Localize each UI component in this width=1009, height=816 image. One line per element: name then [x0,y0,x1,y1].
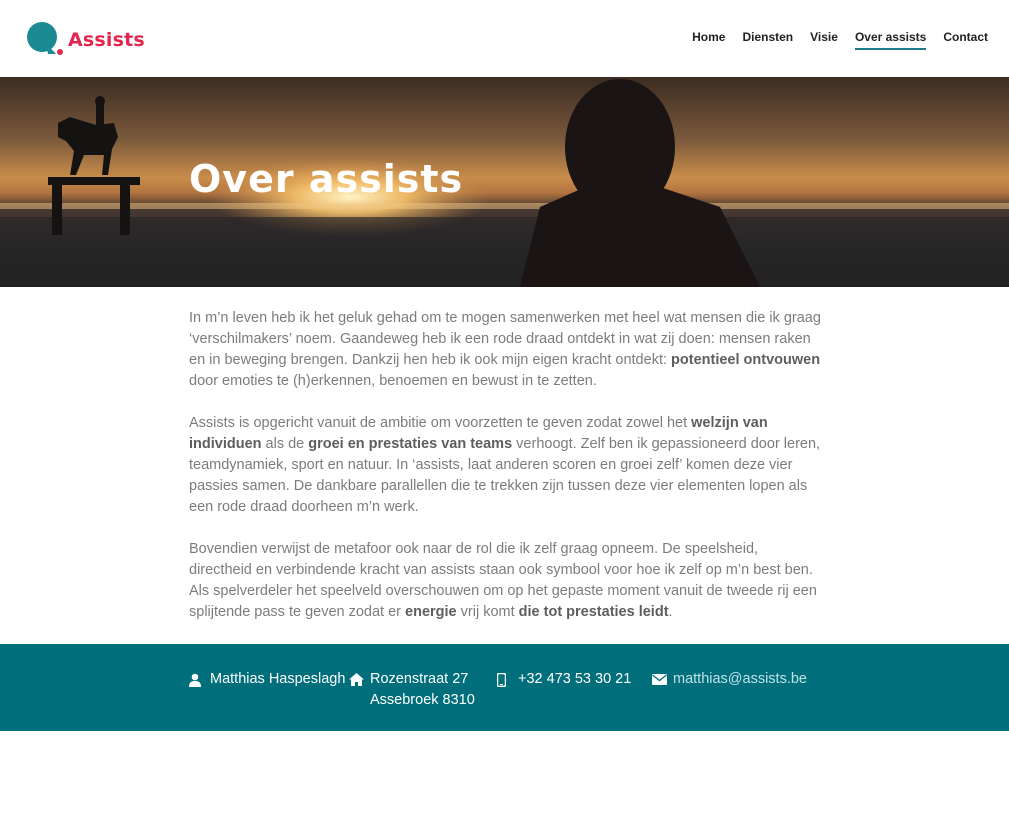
main-content: In m’n leven heb ik het geluk gehad om t… [189,308,821,644]
contact-footer: Matthias Haspeslagh Rozenstraat 27 Asseb… [0,644,1009,731]
nav-item-visie[interactable]: Visie [810,30,838,50]
user-icon [189,669,207,690]
metaphor-paragraph: Bovendien verwijst de metafoor ook naar … [189,539,821,623]
emphasis: die tot prestaties leidt [518,604,669,620]
phone-number[interactable]: +32 473 53 30 21 [518,669,631,690]
address-block: Rozenstraat 27 Assebroek 8310 [370,669,475,711]
person-silhouette [520,79,760,287]
text: . [668,604,673,620]
text: door emoties te (h)erkennen, benoemen en… [189,373,597,389]
text: als de [261,436,309,452]
emphasis: energie [405,604,457,620]
text: Assists is opgericht vanuit de ambitie o… [189,415,692,431]
emphasis: potentieel ontvouwen [671,352,821,368]
mission-paragraph: Assists is opgericht vanuit de ambitie o… [189,413,821,518]
intro-paragraph: In m’n leven heb ik het geluk gehad om t… [189,308,821,392]
emphasis: groei en prestaties van teams [308,436,513,452]
mobile-phone-icon [497,669,515,690]
main-nav: Home Diensten Visie Over assists Contact [675,30,988,50]
site-header: Assists Home Diensten Visie Over assists… [0,0,1009,77]
logo[interactable]: Assists [26,21,145,57]
statue-silhouette [48,96,140,235]
text: vrij komt [456,604,519,620]
contact-name: Matthias Haspeslagh [210,671,346,687]
email-link[interactable]: matthias@assists.be [673,669,807,690]
footer-phone[interactable]: +32 473 53 30 21 [497,669,631,690]
envelope-icon [652,669,670,690]
footer-email[interactable]: matthias@assists.be [652,669,807,690]
footer-address: Rozenstraat 27 Assebroek 8310 [349,669,475,711]
hero-banner: Over assists [0,77,1009,287]
home-icon [349,669,367,690]
footer-name: Matthias Haspeslagh [189,669,345,690]
nav-item-contact[interactable]: Contact [943,30,988,50]
logo-mark-icon [27,22,63,55]
address-street: Rozenstraat 27 [370,671,469,687]
nav-item-over-assists[interactable]: Over assists [854,30,927,50]
nav-item-diensten[interactable]: Diensten [742,30,793,50]
logo-wordmark: Assists [68,28,145,51]
page-title: Over assists [189,157,464,201]
nav-item-home[interactable]: Home [692,30,725,50]
address-city: Assebroek 8310 [370,692,475,708]
hero-background-image [0,79,1009,287]
